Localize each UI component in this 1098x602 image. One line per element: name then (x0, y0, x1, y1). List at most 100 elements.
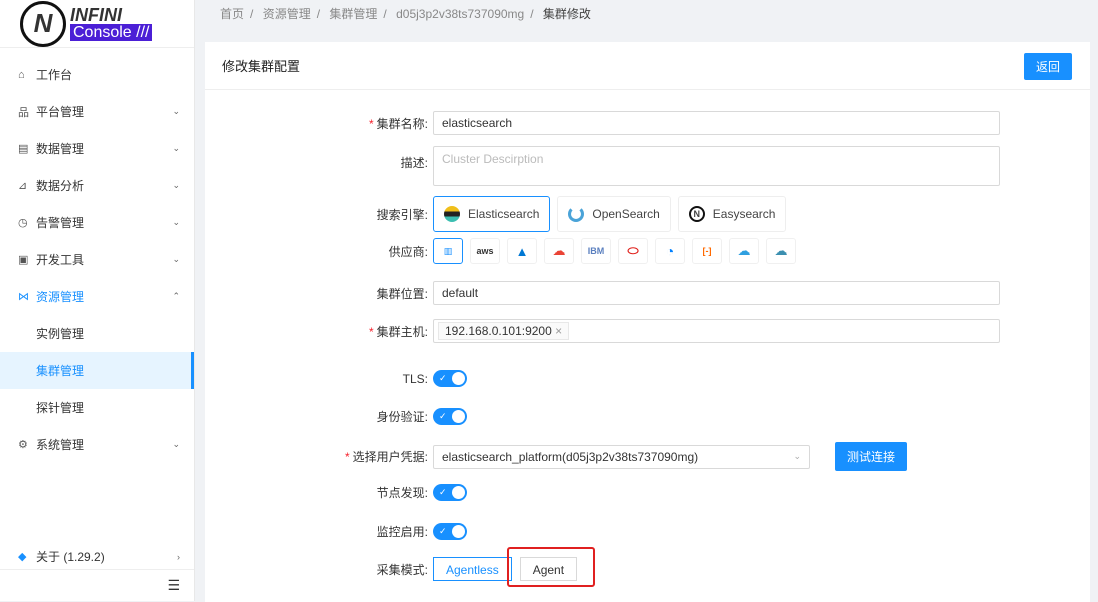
collapse-menu-icon[interactable]: ☰ (0, 569, 194, 601)
credential-value: elasticsearch_platform(d05j3p2v38ts73709… (442, 449, 699, 464)
chevron-down-icon: ⌄ (172, 106, 180, 116)
provider-aws-icon[interactable]: aws (470, 238, 500, 264)
share-icon: ⋈ (18, 291, 29, 303)
label: 数据管理 (36, 142, 85, 156)
location-label: 集群位置: (376, 286, 428, 301)
sidebar-item-analysis[interactable]: ⊿ 数据分析 ⌄ (0, 167, 194, 204)
test-connection-button[interactable]: 测试连接 (835, 442, 908, 471)
label: 实例管理 (36, 327, 85, 341)
chevron-down-icon: ⌄ (172, 439, 180, 449)
breadcrumb-cluster-id[interactable]: d05j3p2v38ts737090mg (396, 7, 524, 21)
name-label: 集群名称: (376, 116, 428, 131)
engine-easysearch[interactable]: N Easysearch (677, 196, 787, 232)
breadcrumb-current: 集群修改 (542, 7, 591, 21)
monitor-toggle[interactable]: ✓ (433, 523, 467, 540)
label: 平台管理 (36, 105, 85, 119)
label: 资源管理 (36, 290, 85, 304)
sidebar-item-devtools[interactable]: ▣ 开发工具 ⌄ (0, 241, 194, 278)
cluster-location-input[interactable]: default (433, 281, 1000, 305)
back-button[interactable]: 返回 (1023, 53, 1072, 80)
elasticsearch-icon (444, 206, 460, 222)
sidebar-item-workbench[interactable]: ⌂ 工作台 (0, 56, 194, 93)
host-tag-text: 192.168.0.101:9200 (445, 324, 552, 338)
provider-ibm-icon[interactable]: IBM (581, 238, 611, 264)
label: 关于 (1.29.2) (36, 550, 105, 564)
chevron-right-icon: › (177, 551, 180, 562)
label: Elasticsearch (468, 207, 540, 221)
auth-label: 身份验证: (376, 410, 428, 424)
provider-gcp-icon[interactable]: ☁ (544, 238, 574, 264)
sidebar-item-clusters[interactable]: 集群管理 (0, 352, 194, 389)
provider-label: 供应商: (388, 244, 428, 259)
provider-oracle-icon[interactable]: ⬭ (618, 238, 648, 264)
label: 探针管理 (36, 401, 85, 415)
sidebar-item-data[interactable]: ▤ 数据管理 ⌄ (0, 130, 194, 167)
edit-cluster-card: 修改集群配置 返回 * 集群名称: elasticsearch 描述: Cluster… (205, 42, 1090, 602)
sidebar-item-system[interactable]: ⚙ 系统管理 ⌄ (0, 426, 194, 463)
chevron-up-icon: ⌃ (172, 291, 180, 301)
tls-label: TLS: (402, 371, 428, 386)
breadcrumb: 首页 / 资源管理 / 集群管理 / d05j3p2v38ts737090mg / 集群… (220, 7, 591, 21)
alarm-icon: ◷ (18, 217, 28, 229)
host-label: 集群主机: (376, 324, 428, 339)
sidebar-item-agents[interactable]: 探针管理 (0, 389, 194, 426)
desc-label: 描述: (400, 156, 428, 170)
home-icon: ⌂ (18, 68, 25, 81)
sidebar-item-alert[interactable]: ◷ 告警管理 ⌄ (0, 204, 194, 241)
database-icon: ▤ (18, 143, 29, 155)
easysearch-icon: N (688, 206, 705, 222)
chevron-down-icon: ⌄ (172, 254, 180, 264)
sidebar-item-platform[interactable]: 品平台管理 ⌄ (0, 93, 194, 130)
monitor-label: 监控启用: (376, 525, 428, 539)
engine-elasticsearch[interactable]: Elasticsearch (433, 196, 551, 232)
label: 集群管理 (36, 364, 85, 378)
credential-label: 选择用户凭据: (352, 450, 428, 464)
opensearch-icon (568, 206, 585, 222)
sidebar-item-instances[interactable]: 实例管理 (0, 315, 194, 352)
breadcrumb-home[interactable]: 首页 (220, 7, 244, 21)
sidebar-item-resources[interactable]: ⋈ 资源管理 ⌃ (0, 278, 194, 315)
chart-icon: ⊿ (18, 180, 28, 192)
label: OpenSearch (592, 207, 660, 221)
close-icon[interactable]: × (555, 324, 562, 338)
auth-toggle[interactable]: ✓ (433, 408, 467, 425)
label: 数据分析 (36, 179, 85, 193)
terminal-icon: ▣ (18, 254, 29, 266)
highlight-box (507, 547, 595, 587)
engine-opensearch[interactable]: OpenSearch (557, 196, 671, 232)
provider-tencent-icon[interactable]: ☁ (729, 238, 759, 264)
mode-agentless[interactable]: Agentless (433, 557, 512, 581)
node-discovery-toggle[interactable]: ✓ (433, 484, 467, 501)
label: Easysearch (712, 207, 776, 221)
credential-select[interactable]: elasticsearch_platform(d05j3p2v38ts73709… (433, 444, 810, 469)
provider-aliyun-icon[interactable]: [-] (692, 238, 722, 264)
engine-label: 搜索引擎: (376, 207, 428, 222)
chevron-down-icon: ⌄ (172, 180, 180, 190)
breadcrumb-clusters[interactable]: 集群管理 (329, 7, 377, 21)
logo-subtext: Console /// (70, 23, 153, 41)
tls-toggle[interactable]: ✓ (433, 370, 467, 387)
mode-label: 采集模式: (376, 562, 428, 577)
diamond-icon: ◆ (18, 551, 27, 563)
cluster-name-input[interactable]: elasticsearch (433, 111, 1000, 135)
discovery-label: 节点发现: (376, 486, 428, 500)
gear-icon: ⚙ (18, 439, 28, 451)
logo-icon: N (20, 0, 66, 47)
logo[interactable]: N INFINI Console /// (0, 0, 194, 48)
logo-text: INFINI (70, 4, 122, 25)
cluster-host-input[interactable]: 192.168.0.101:9200 × (433, 319, 1000, 343)
description-textarea[interactable]: Cluster Descirption (433, 146, 1000, 186)
label: 系统管理 (36, 438, 85, 452)
provider-azure-icon[interactable]: ▲ (507, 238, 537, 264)
chevron-down-icon: ⌄ (172, 143, 180, 153)
host-tag: 192.168.0.101:9200 × (438, 322, 570, 340)
chevron-down-icon: ⌄ (172, 217, 180, 227)
cluster-icon: 品 (18, 106, 29, 119)
provider-digitalocean-icon[interactable]: ◔ (655, 238, 685, 264)
chevron-down-icon: ⌄ (793, 451, 801, 461)
breadcrumb-resources[interactable]: 资源管理 (263, 7, 311, 21)
sidebar: N INFINI Console /// ⌂ 工作台 品平台管理 ⌄ ▤ 数据管理 ⌄ ⊿… (0, 0, 195, 601)
page-title: 修改集群配置 (222, 59, 301, 74)
provider-onprem-icon[interactable]: ▥ (433, 238, 463, 264)
provider-huawei-icon[interactable]: ☁ (766, 238, 796, 264)
